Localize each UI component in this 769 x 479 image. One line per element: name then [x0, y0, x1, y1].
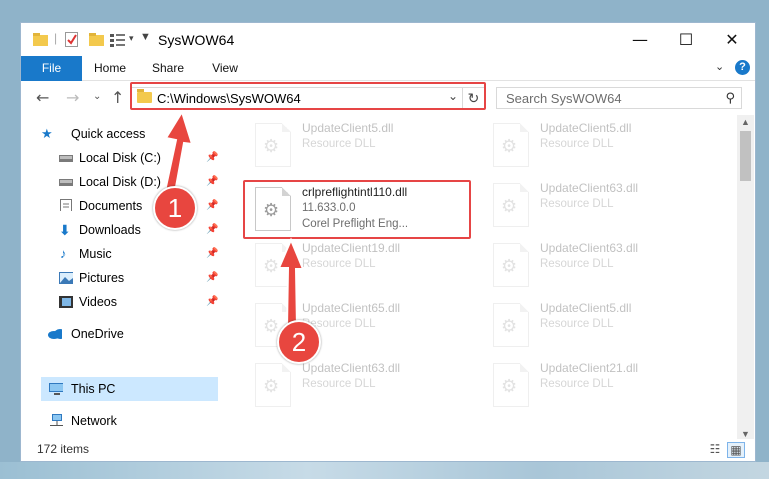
arrow-2: [277, 237, 305, 329]
annotation-arrows: [162, 109, 305, 329]
step-1-badge: 1: [153, 186, 197, 230]
step-2-badge: 2: [277, 320, 321, 364]
arrow-1: [162, 109, 194, 200]
